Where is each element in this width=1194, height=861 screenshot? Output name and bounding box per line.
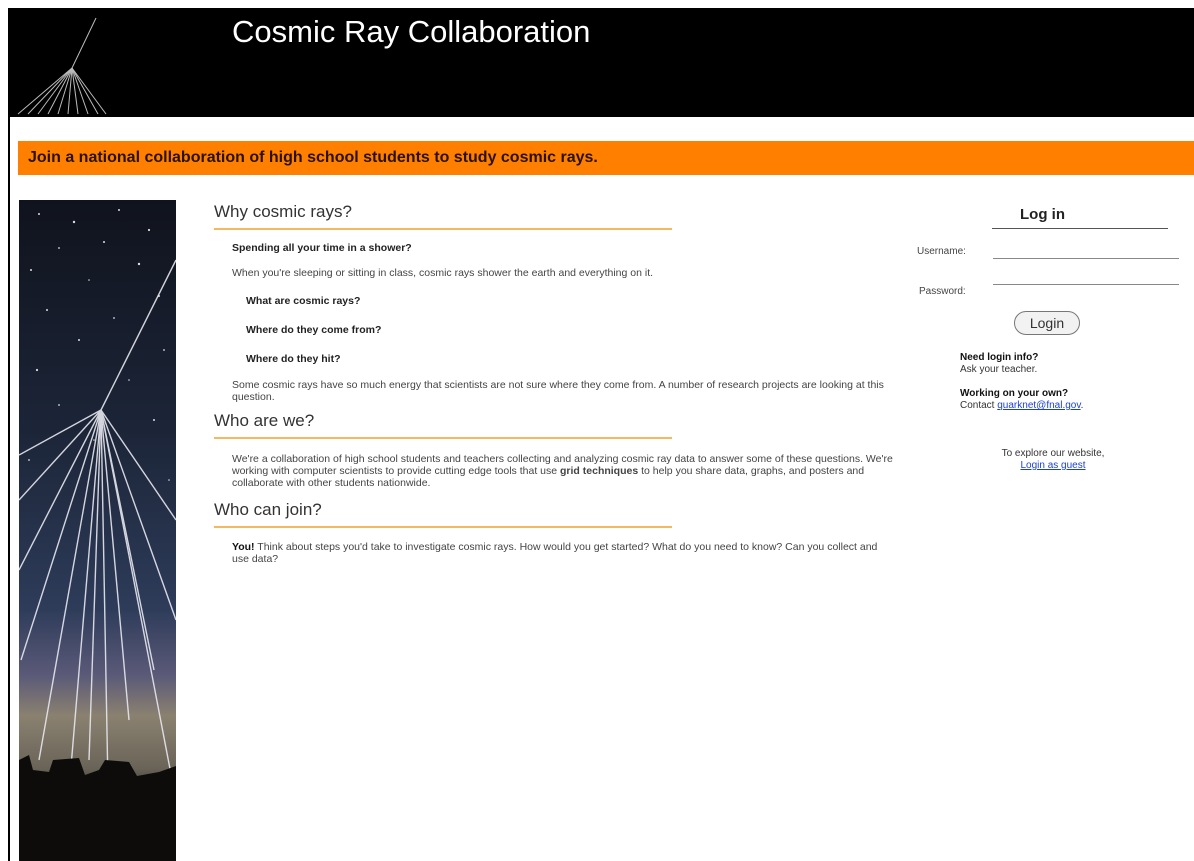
body-bold: You! xyxy=(232,541,255,553)
contact-trailing: . xyxy=(1080,400,1084,411)
password-field[interactable] xyxy=(993,268,1179,285)
site-title: Cosmic Ray Collaboration xyxy=(232,14,591,49)
section-intro: When you're sleeping or sitting in class… xyxy=(232,267,654,279)
login-title: Log in xyxy=(1020,206,1065,223)
page-frame: Cosmic Ray Collaboration Join a national… xyxy=(8,8,1194,861)
question-where-hit: Where do they hit? xyxy=(246,353,341,365)
need-login-text: Ask your teacher. xyxy=(960,364,1038,375)
cosmic-shower-logo-icon xyxy=(17,17,107,115)
contact-text: Contact xyxy=(960,400,998,411)
body-text: Think about steps you'd take to investig… xyxy=(232,541,878,565)
username-label: Username: xyxy=(917,246,966,257)
contact-email-link[interactable]: quarknet@fnal.gov xyxy=(997,400,1080,411)
question-what: What are cosmic rays? xyxy=(246,295,361,307)
section-body: You! Think about steps you'd take to inv… xyxy=(232,541,897,565)
section-title: Who are we? xyxy=(214,411,672,439)
body-bold: grid techniques xyxy=(560,465,639,477)
tagline-banner: Join a national collaboration of high sc… xyxy=(18,141,1194,175)
login-divider xyxy=(992,228,1168,229)
section-title: Why cosmic rays? xyxy=(214,202,672,230)
explore-website: To explore our website, Login as guest xyxy=(978,448,1128,472)
section-title: Who can join? xyxy=(214,500,672,528)
tagline-text: Join a national collaboration of high sc… xyxy=(28,149,598,166)
section-subheading: Spending all your time in a shower? xyxy=(232,242,412,254)
username-field[interactable] xyxy=(993,242,1179,259)
section-body: We're a collaboration of high school stu… xyxy=(232,453,897,489)
working-on-own: Working on your own? Contact quarknet@fn… xyxy=(960,388,1083,412)
guest-login-link[interactable]: Login as guest xyxy=(1020,460,1085,471)
section-outro: Some cosmic rays have so much energy tha… xyxy=(232,379,884,403)
explore-text: To explore our website, xyxy=(1001,448,1105,459)
site-header: Cosmic Ray Collaboration xyxy=(10,10,1194,117)
section-who-are-we: Who are we? We're a collaboration of hig… xyxy=(214,411,904,489)
cosmic-shower-photo xyxy=(19,200,176,861)
need-login-info: Need login info? Ask your teacher. xyxy=(960,352,1038,376)
section-why-cosmic-rays: Why cosmic rays? Spending all your time … xyxy=(214,202,904,403)
need-login-heading: Need login info? xyxy=(960,352,1039,363)
question-where-from: Where do they come from? xyxy=(246,324,382,336)
password-label: Password: xyxy=(919,286,966,297)
login-button[interactable]: Login xyxy=(1014,311,1080,335)
section-who-can-join: Who can join? You! Think about steps you… xyxy=(214,500,904,565)
main-content: Why cosmic rays? Spending all your time … xyxy=(214,200,904,565)
working-on-own-heading: Working on your own? xyxy=(960,388,1069,399)
